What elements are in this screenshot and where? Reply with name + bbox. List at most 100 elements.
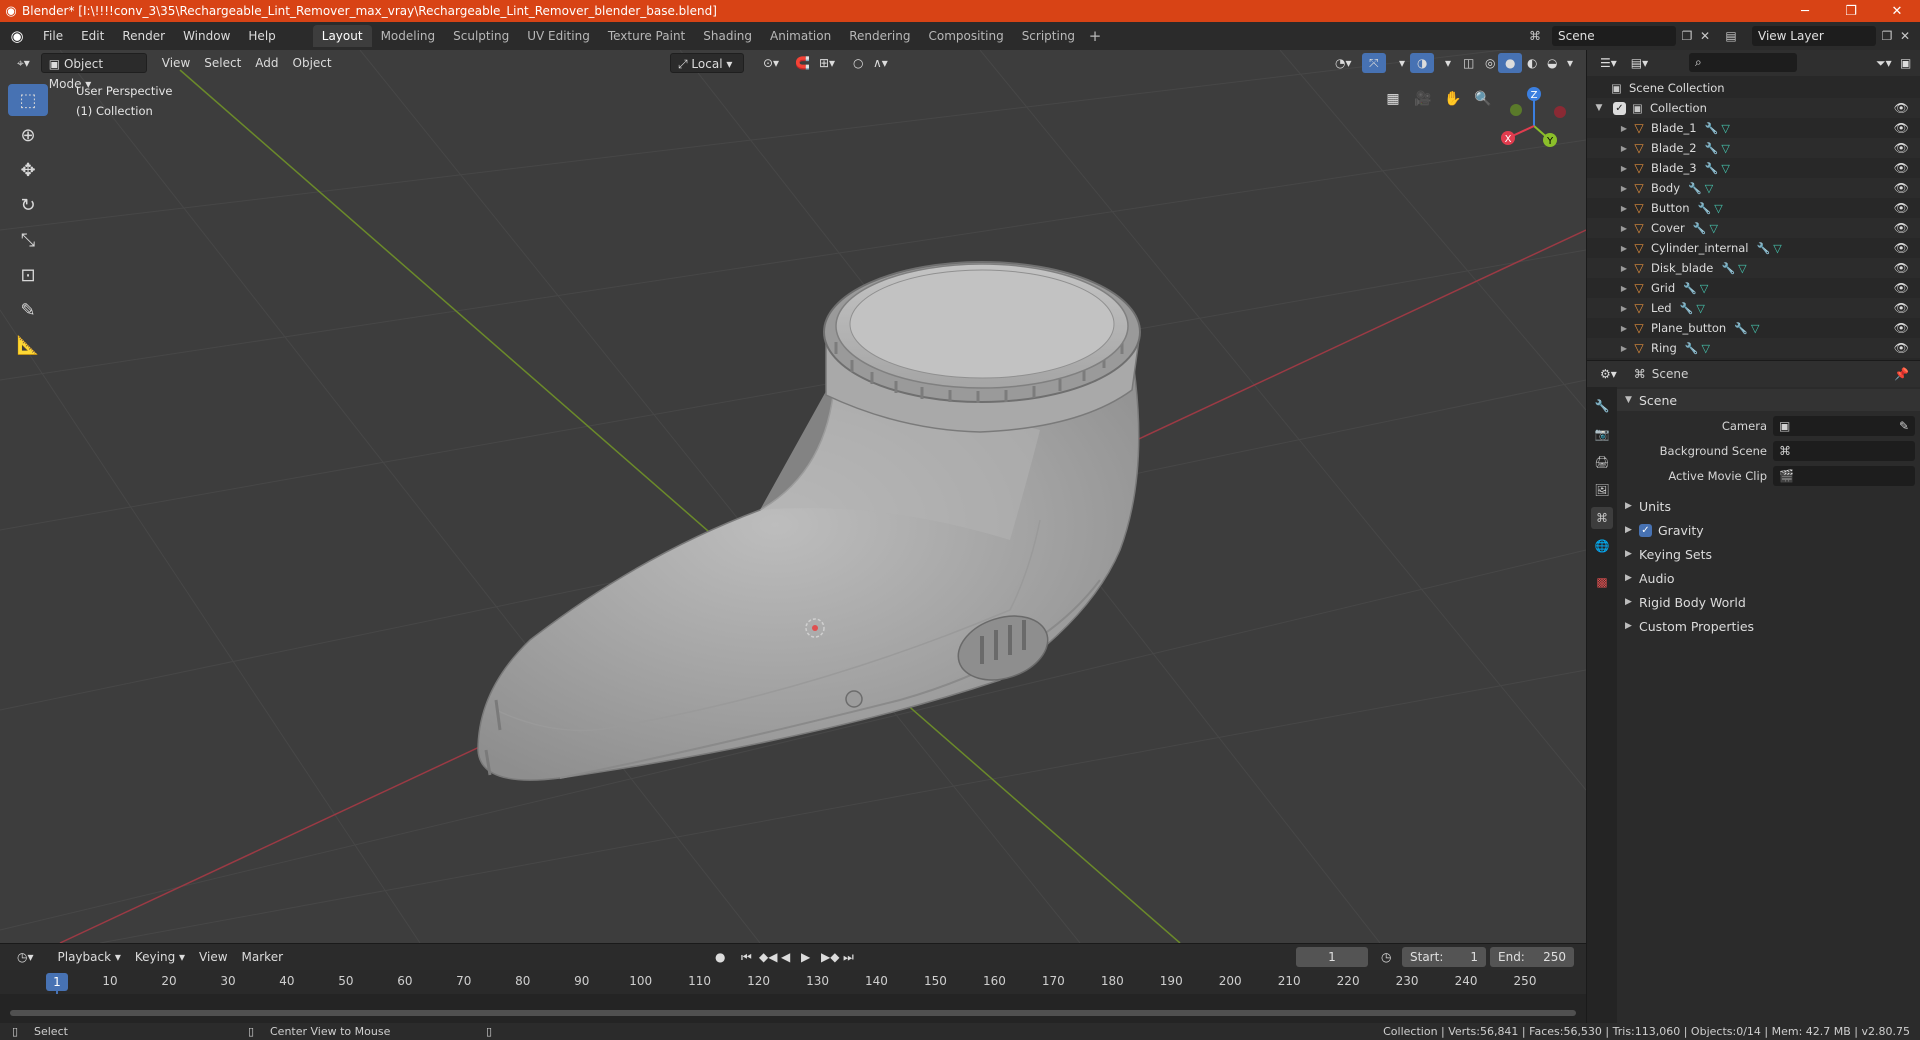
menu-help[interactable]: Help <box>239 25 284 47</box>
shading-dropdown-icon[interactable]: ▾ <box>1560 53 1580 73</box>
outliner-item[interactable]: ▶ ▽ Cylinder_internal 🔧 ▽ 👁 <box>1587 238 1920 258</box>
menu-window[interactable]: Window <box>174 25 239 47</box>
menu-edit[interactable]: Edit <box>72 25 113 47</box>
timeline-editor-type-icon[interactable]: ◷▾ <box>10 947 41 967</box>
expand-object-icon[interactable]: ▶ <box>1587 344 1631 353</box>
visibility-icon[interactable]: ◔▾ <box>1328 53 1359 73</box>
eye-icon[interactable]: 👁 <box>1894 281 1909 295</box>
record-icon[interactable]: ● <box>708 947 732 967</box>
menu-keying[interactable]: Keying ▾ <box>128 947 192 967</box>
rigid-body-world-panel[interactable]: ▶ Rigid Body World <box>1617 591 1920 613</box>
tab-scripting[interactable]: Scripting <box>1013 25 1084 47</box>
navigation-gizmo[interactable]: Z Y X <box>1494 86 1574 166</box>
menu-file[interactable]: File <box>34 25 72 47</box>
measure-icon[interactable]: 📐 <box>8 329 48 361</box>
eye-icon[interactable]: 👁 <box>1894 201 1909 215</box>
tab-animation[interactable]: Animation <box>761 25 840 47</box>
camera-view-icon[interactable]: 🎥 <box>1410 86 1436 112</box>
mesh-data-icon[interactable]: ▽ <box>1719 142 1733 155</box>
mode-dropdown[interactable]: ▣ Object Mode ▾ <box>40 53 147 91</box>
tab-layout[interactable]: Layout <box>312 25 372 47</box>
tab-modeling[interactable]: Modeling <box>372 25 445 47</box>
outliner-item[interactable]: ▶ ▽ Blade_3 🔧 ▽ 👁 <box>1587 158 1920 178</box>
mesh-data-icon[interactable]: ▽ <box>1735 262 1749 275</box>
falloff-icon[interactable]: ∧▾ <box>866 53 895 73</box>
modifier-icon[interactable]: 🔧 <box>1680 302 1694 315</box>
outliner-item[interactable]: ▶ ▽ Ring 🔧 ▽ 👁 <box>1587 338 1920 358</box>
mesh-data-icon[interactable]: ▽ <box>1719 122 1733 135</box>
modifier-icon[interactable]: 🔧 <box>1685 342 1699 355</box>
expand-object-icon[interactable]: ▶ <box>1587 184 1631 193</box>
menu-select[interactable]: Select <box>197 53 248 73</box>
toggle-grid-icon[interactable]: ▦ <box>1380 86 1406 112</box>
eye-icon[interactable]: 👁 <box>1894 101 1909 115</box>
outliner-item[interactable]: ▶ ▽ Body 🔧 ▽ 👁 <box>1587 178 1920 198</box>
start-frame-field[interactable]: Start: 1 <box>1402 947 1486 967</box>
expand-object-icon[interactable]: ▶ <box>1587 124 1631 133</box>
editor-type-icon[interactable]: ⌖▾ <box>10 53 37 73</box>
pan-view-icon[interactable]: ✋ <box>1440 86 1466 112</box>
outliner-collection[interactable]: ▼ ✓ ▣ Collection 👁 <box>1587 98 1920 118</box>
expand-collection-icon[interactable]: ▼ <box>1587 103 1611 113</box>
output-tab-icon[interactable]: 🖨 <box>1591 451 1613 473</box>
outliner-item[interactable]: ▶ ▽ Plane_button 🔧 ▽ 👁 <box>1587 318 1920 338</box>
mesh-data-icon[interactable]: ▽ <box>1694 302 1708 315</box>
eye-icon[interactable]: 👁 <box>1894 221 1909 235</box>
close-button[interactable]: ✕ <box>1874 0 1920 22</box>
timeline-track[interactable] <box>0 994 1586 1024</box>
mesh-data-icon[interactable]: ▽ <box>1707 222 1721 235</box>
timeline-scrollbar[interactable] <box>10 1010 1576 1016</box>
tab-texture-paint[interactable]: Texture Paint <box>599 25 694 47</box>
expand-object-icon[interactable]: ▶ <box>1587 304 1631 313</box>
pivot-point-icon[interactable]: ⊙▾ <box>756 53 786 73</box>
units-panel[interactable]: ▶ Units <box>1617 495 1920 517</box>
new-collection-icon[interactable]: ▣ <box>1893 53 1918 73</box>
expand-object-icon[interactable]: ▶ <box>1587 224 1631 233</box>
current-frame-field[interactable]: 1 <box>1296 947 1368 967</box>
mesh-data-icon[interactable]: ▽ <box>1697 282 1711 295</box>
minimize-button[interactable]: ─ <box>1782 0 1828 22</box>
new-view-layer-icon[interactable]: ❐ <box>1878 27 1896 45</box>
modifier-icon[interactable]: 🔧 <box>1721 262 1736 275</box>
tab-uv-editing[interactable]: UV Editing <box>518 25 599 47</box>
snap-target-icon[interactable]: ⊞▾ <box>812 53 842 73</box>
view-layer-icon[interactable]: ▤ <box>1722 27 1740 45</box>
world-tab-icon[interactable]: 🌐 <box>1591 535 1613 557</box>
playhead[interactable]: 1 <box>46 973 68 991</box>
lint-remover-model[interactable] <box>477 261 1141 781</box>
menu-render[interactable]: Render <box>113 25 174 47</box>
eye-icon[interactable]: 👁 <box>1894 141 1909 155</box>
delete-scene-icon[interactable]: ✕ <box>1696 27 1714 45</box>
mesh-data-icon[interactable]: ▽ <box>1699 342 1713 355</box>
texture-tab-icon[interactable]: ▩ <box>1591 571 1613 593</box>
properties-editor-type-icon[interactable]: ⚙▾ <box>1593 364 1624 384</box>
eyedropper-icon[interactable]: ✎ <box>1899 419 1909 433</box>
menu-object[interactable]: Object <box>286 53 339 73</box>
outliner-item[interactable]: ▶ ▽ Grid 🔧 ▽ 👁 <box>1587 278 1920 298</box>
mesh-data-icon[interactable]: ▽ <box>1712 202 1726 215</box>
collection-exclude-checkbox[interactable]: ✓ <box>1613 101 1626 115</box>
modifier-icon[interactable]: 🔧 <box>1734 322 1748 335</box>
tab-shading[interactable]: Shading <box>694 25 761 47</box>
solid-shading-icon[interactable]: ● <box>1498 53 1523 73</box>
scale-icon[interactable]: ⤡ <box>8 224 48 256</box>
transform-icon[interactable]: ⊡ <box>8 259 48 291</box>
eye-icon[interactable]: 👁 <box>1894 181 1909 195</box>
3d-viewport[interactable]: ⌖▾ ▣ Object Mode ▾ View Select Add Objec… <box>0 50 1586 943</box>
new-scene-icon[interactable]: ❐ <box>1678 27 1696 45</box>
mesh-data-icon[interactable]: ▽ <box>1771 242 1785 255</box>
gizmo-neg-x-icon[interactable] <box>1554 106 1566 118</box>
outliner-item[interactable]: ▶ ▽ Button 🔧 ▽ 👁 <box>1587 198 1920 218</box>
modifier-icon[interactable]: 🔧 <box>1705 122 1719 135</box>
move-icon[interactable]: ✥ <box>8 154 48 186</box>
expand-object-icon[interactable]: ▶ <box>1587 284 1631 293</box>
eye-icon[interactable]: 👁 <box>1894 321 1909 335</box>
modifier-icon[interactable]: 🔧 <box>1705 162 1719 175</box>
expand-object-icon[interactable]: ▶ <box>1587 164 1631 173</box>
display-mode-icon[interactable]: ▤▾ <box>1624 53 1655 73</box>
rotate-icon[interactable]: ↻ <box>8 189 48 221</box>
scene-panel-header[interactable]: ▼ Scene <box>1617 389 1920 411</box>
mesh-data-icon[interactable]: ▽ <box>1719 162 1733 175</box>
outliner-scene-collection[interactable]: ▣ Scene Collection <box>1587 78 1920 98</box>
tab-compositing[interactable]: Compositing <box>919 25 1012 47</box>
